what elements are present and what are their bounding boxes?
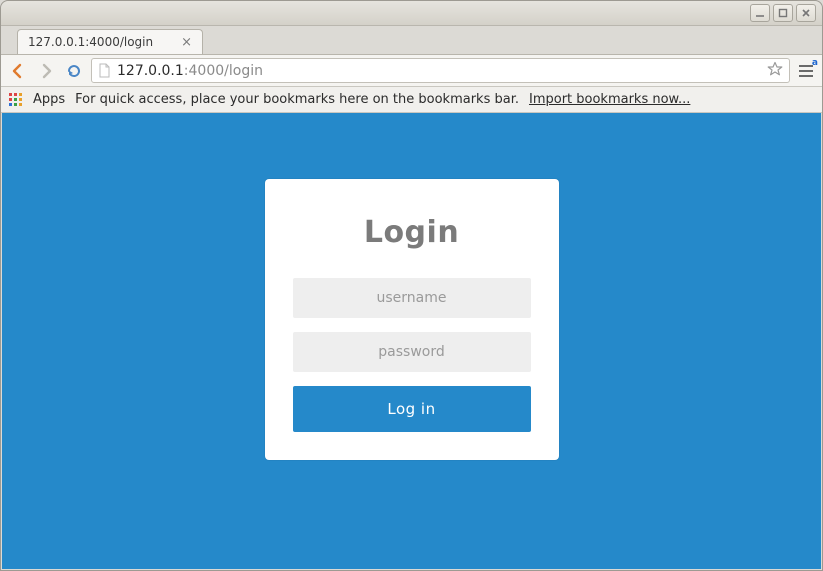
menu-badge: a: [812, 58, 818, 68]
tab-strip: 127.0.0.1:4000/login ×: [1, 26, 822, 54]
hamburger-icon: [799, 70, 813, 72]
window-controls: [750, 4, 816, 22]
window-minimize-button[interactable]: [750, 4, 770, 22]
login-heading: Login: [293, 215, 531, 250]
browser-toolbar: 127.0.0.1:4000/login a: [1, 54, 822, 87]
bookmarks-hint-text: For quick access, place your bookmarks h…: [75, 92, 519, 107]
apps-label[interactable]: Apps: [33, 92, 65, 107]
window-titlebar: [1, 1, 822, 26]
window-maximize-button[interactable]: [773, 4, 793, 22]
page-viewport: Login Log in: [2, 113, 821, 569]
bookmarks-bar: Apps For quick access, place your bookma…: [1, 87, 822, 113]
browser-menu-button[interactable]: a: [796, 60, 816, 82]
forward-arrow-icon: [38, 63, 54, 79]
page-icon: [98, 63, 111, 78]
browser-window: 127.0.0.1:4000/login × 127.0.0.1:4000/lo…: [0, 0, 823, 571]
back-arrow-icon: [10, 63, 26, 79]
tab-close-icon[interactable]: ×: [179, 36, 194, 49]
window-close-button[interactable]: [796, 4, 816, 22]
back-button[interactable]: [7, 60, 29, 82]
address-bar[interactable]: 127.0.0.1:4000/login: [91, 58, 790, 83]
password-input[interactable]: [293, 332, 531, 372]
login-submit-button[interactable]: Log in: [293, 386, 531, 432]
url-host: 127.0.0.1: [117, 63, 184, 79]
forward-button[interactable]: [35, 60, 57, 82]
url-rest: :4000/login: [184, 63, 263, 79]
bookmark-star-icon[interactable]: [767, 61, 783, 81]
login-card: Login Log in: [265, 179, 559, 460]
browser-tab[interactable]: 127.0.0.1:4000/login ×: [17, 29, 203, 54]
username-input[interactable]: [293, 278, 531, 318]
reload-button[interactable]: [63, 60, 85, 82]
url-text: 127.0.0.1:4000/login: [117, 63, 263, 79]
import-bookmarks-link[interactable]: Import bookmarks now...: [529, 92, 690, 107]
tab-title: 127.0.0.1:4000/login: [28, 35, 179, 49]
apps-grid-icon[interactable]: [9, 93, 23, 107]
reload-icon: [66, 63, 82, 79]
